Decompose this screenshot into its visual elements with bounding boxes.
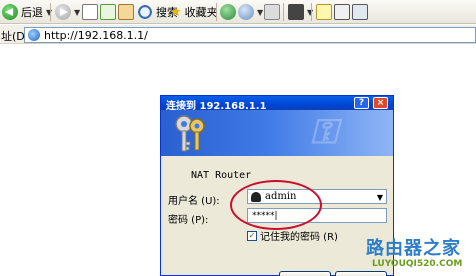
close-button[interactable]: × xyxy=(373,97,388,109)
keys-icon xyxy=(175,115,205,152)
dialog-titlebar[interactable]: 连接到 192.168.1.1 ? × xyxy=(161,96,393,112)
browser-toolbar: 后退 ▼ ▼ 搜索 ★ 收藏夹 ▼ ▼ xyxy=(0,0,476,24)
chevron-down-icon: ▼ xyxy=(257,7,264,17)
remember-password-option[interactable]: ✓ 记住我的密码 (R) xyxy=(247,228,338,243)
print-button[interactable] xyxy=(264,3,280,21)
highlight-ellipse xyxy=(230,180,322,230)
stop-icon xyxy=(82,4,98,20)
help-button[interactable]: ? xyxy=(354,97,369,109)
history-button[interactable] xyxy=(220,3,236,21)
realm-text: NAT Router xyxy=(191,170,252,181)
research-icon xyxy=(334,4,350,20)
chevron-down-icon[interactable]: ▼ xyxy=(377,193,383,202)
toolbar-divider xyxy=(283,3,284,21)
cancel-button[interactable] xyxy=(335,271,387,276)
ok-button[interactable] xyxy=(279,271,331,276)
note-icon xyxy=(316,4,332,20)
site-watermark-url: LUYOUQI520.COM xyxy=(372,259,463,269)
toolbar-divider xyxy=(311,3,312,21)
forward-arrow-icon xyxy=(55,4,71,20)
address-url: http://192.168.1.1/ xyxy=(44,28,148,42)
search-icon xyxy=(137,4,153,20)
messenger-icon xyxy=(352,4,368,20)
back-label: 后退 xyxy=(21,6,43,19)
history-icon xyxy=(220,4,236,20)
ie-page-icon xyxy=(28,29,40,41)
edit-button[interactable]: ▼ xyxy=(288,3,313,21)
mail-button[interactable]: ▼ xyxy=(238,3,263,21)
address-input[interactable]: http://192.168.1.1/ xyxy=(24,27,476,43)
back-arrow-icon xyxy=(2,4,18,20)
back-button[interactable]: 后退 ▼ xyxy=(2,3,52,21)
address-bar: 址(D) http://192.168.1.1/ xyxy=(0,25,476,44)
remember-checkbox[interactable]: ✓ xyxy=(247,230,257,241)
banner-watermark-graphic: ⚿ xyxy=(311,112,337,152)
toolbar-divider xyxy=(216,3,217,21)
refresh-button[interactable] xyxy=(100,3,116,21)
star-icon: ★ xyxy=(170,4,182,20)
home-icon xyxy=(118,4,134,20)
discuss-button[interactable] xyxy=(316,3,332,21)
edit-icon xyxy=(288,4,304,20)
site-watermark-brand: 路由器之家 xyxy=(366,238,461,259)
username-label: 用户名 (U): xyxy=(168,196,220,207)
forward-button[interactable]: ▼ xyxy=(55,3,80,21)
home-button[interactable] xyxy=(118,3,134,21)
remember-label: 记住我的密码 (R) xyxy=(260,232,338,243)
refresh-icon xyxy=(100,4,116,20)
messenger-button[interactable] xyxy=(352,3,368,21)
chevron-down-icon: ▼ xyxy=(74,7,81,17)
toolbar-divider xyxy=(50,3,51,21)
print-icon xyxy=(264,4,280,20)
mail-icon xyxy=(238,4,254,20)
favorites-button[interactable]: ★ 收藏夹 xyxy=(170,3,218,21)
dialog-banner: ⚿ xyxy=(161,110,393,156)
password-label: 密码 (P): xyxy=(168,215,209,226)
research-button[interactable] xyxy=(334,3,350,21)
stop-button[interactable] xyxy=(82,3,98,21)
favorites-label: 收藏夹 xyxy=(184,6,218,19)
